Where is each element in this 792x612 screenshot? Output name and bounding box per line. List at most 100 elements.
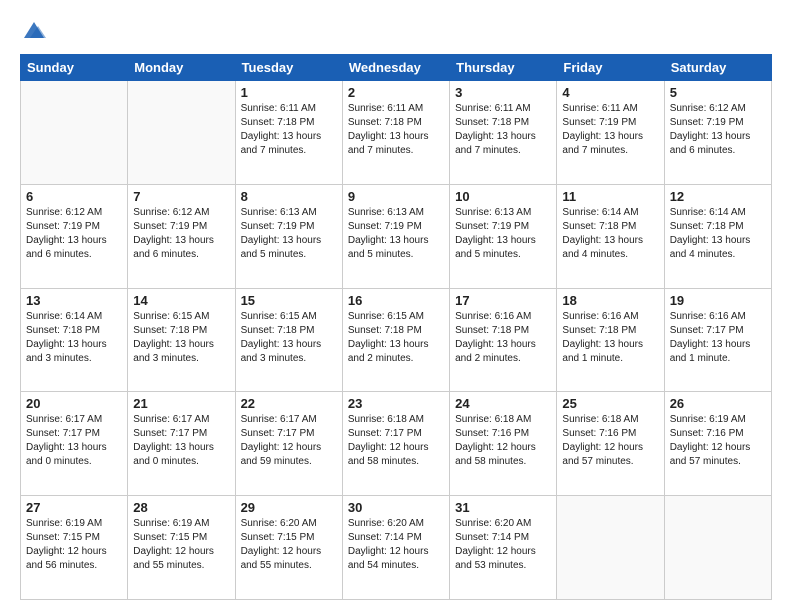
calendar-cell: 25 Sunrise: 6:18 AM Sunset: 7:16 PM Dayli… [557,392,664,496]
cell-info-text: Sunrise: 6:19 AM Sunset: 7:15 PM Dayligh… [26,517,122,573]
weekday-header-sunday: Sunday [21,55,128,81]
cell-info-text: Sunrise: 6:14 AM Sunset: 7:18 PM Dayligh… [670,206,766,262]
cell-day-number: 25 [562,396,658,411]
calendar-cell: 8 Sunrise: 6:13 AM Sunset: 7:19 PM Daylig… [235,184,342,288]
cell-day-number: 5 [670,85,766,100]
calendar-cell: 6Sunrise: 6:12 AM Sunset: 7:19 PM Daylig… [21,184,128,288]
cell-day-number: 26 [670,396,766,411]
calendar-cell: 4 Sunrise: 6:11 AM Sunset: 7:19 PM Daylig… [557,81,664,185]
cell-day-number: 8 [241,189,337,204]
calendar-cell: 27Sunrise: 6:19 AM Sunset: 7:15 PM Dayli… [21,496,128,600]
calendar-cell [664,496,771,600]
cell-info-text: Sunrise: 6:20 AM Sunset: 7:14 PM Dayligh… [348,517,444,573]
calendar-cell: 28Sunrise: 6:19 AM Sunset: 7:15 PM Dayli… [128,496,235,600]
cell-info-text: Sunrise: 6:11 AM Sunset: 7:18 PM Dayligh… [241,102,337,158]
calendar-cell: 10 Sunrise: 6:13 AM Sunset: 7:19 PM Dayli… [450,184,557,288]
cell-day-number: 31 [455,500,551,515]
calendar-cell: 13 Sunrise: 6:14 AM Sunset: 7:18 PM Dayli… [21,288,128,392]
cell-day-number: 3 [455,85,551,100]
cell-info-text: Sunrise: 6:19 AM Sunset: 7:16 PM Dayligh… [670,413,766,469]
cell-info-text: Sunrise: 6:13 AM Sunset: 7:19 PM Dayligh… [348,206,444,262]
cell-info-text: Sunrise: 6:16 AM Sunset: 7:17 PM Dayligh… [670,310,766,366]
cell-day-number: 21 [133,396,229,411]
calendar-cell: 9 Sunrise: 6:13 AM Sunset: 7:19 PM Daylig… [342,184,449,288]
calendar-table: SundayMondayTuesdayWednesdayThursdayFrid… [20,54,772,600]
logo [20,16,52,44]
header [20,16,772,44]
cell-info-text: Sunrise: 6:15 AM Sunset: 7:18 PM Dayligh… [241,310,337,366]
cell-info-text: Sunrise: 6:17 AM Sunset: 7:17 PM Dayligh… [133,413,229,469]
calendar-cell: 12 Sunrise: 6:14 AM Sunset: 7:18 PM Dayli… [664,184,771,288]
calendar-cell: 3 Sunrise: 6:11 AM Sunset: 7:18 PM Daylig… [450,81,557,185]
cell-day-number: 17 [455,293,551,308]
cell-info-text: Sunrise: 6:15 AM Sunset: 7:18 PM Dayligh… [348,310,444,366]
cell-day-number: 28 [133,500,229,515]
cell-info-text: Sunrise: 6:18 AM Sunset: 7:17 PM Dayligh… [348,413,444,469]
cell-day-number: 20 [26,396,122,411]
calendar-cell: 21 Sunrise: 6:17 AM Sunset: 7:17 PM Dayli… [128,392,235,496]
cell-day-number: 4 [562,85,658,100]
cell-day-number: 14 [133,293,229,308]
calendar-cell: 16Sunrise: 6:15 AM Sunset: 7:18 PM Dayli… [342,288,449,392]
weekday-header-wednesday: Wednesday [342,55,449,81]
weekday-header-friday: Friday [557,55,664,81]
calendar-cell: 2Sunrise: 6:11 AM Sunset: 7:18 PM Daylig… [342,81,449,185]
cell-info-text: Sunrise: 6:11 AM Sunset: 7:19 PM Dayligh… [562,102,658,158]
cell-day-number: 29 [241,500,337,515]
calendar-cell: 20 Sunrise: 6:17 AM Sunset: 7:17 PM Dayli… [21,392,128,496]
calendar-cell: 31 Sunrise: 6:20 AM Sunset: 7:14 PM Dayli… [450,496,557,600]
cell-info-text: Sunrise: 6:18 AM Sunset: 7:16 PM Dayligh… [562,413,658,469]
cell-day-number: 24 [455,396,551,411]
logo-icon [20,16,48,44]
cell-day-number: 7 [133,189,229,204]
weekday-header-monday: Monday [128,55,235,81]
cell-info-text: Sunrise: 6:13 AM Sunset: 7:19 PM Dayligh… [455,206,551,262]
page: SundayMondayTuesdayWednesdayThursdayFrid… [0,0,792,612]
cell-day-number: 15 [241,293,337,308]
calendar-week-4: 20 Sunrise: 6:17 AM Sunset: 7:17 PM Dayli… [21,392,772,496]
calendar-cell [128,81,235,185]
cell-day-number: 23 [348,396,444,411]
cell-day-number: 12 [670,189,766,204]
calendar-cell: 23 Sunrise: 6:18 AM Sunset: 7:17 PM Dayli… [342,392,449,496]
calendar-cell: 26 Sunrise: 6:19 AM Sunset: 7:16 PM Dayli… [664,392,771,496]
cell-info-text: Sunrise: 6:16 AM Sunset: 7:18 PM Dayligh… [455,310,551,366]
cell-day-number: 30 [348,500,444,515]
calendar-week-5: 27Sunrise: 6:19 AM Sunset: 7:15 PM Dayli… [21,496,772,600]
cell-info-text: Sunrise: 6:16 AM Sunset: 7:18 PM Dayligh… [562,310,658,366]
cell-info-text: Sunrise: 6:17 AM Sunset: 7:17 PM Dayligh… [26,413,122,469]
cell-day-number: 22 [241,396,337,411]
cell-info-text: Sunrise: 6:11 AM Sunset: 7:18 PM Dayligh… [455,102,551,158]
cell-day-number: 1 [241,85,337,100]
calendar-week-1: 1 Sunrise: 6:11 AM Sunset: 7:18 PM Daylig… [21,81,772,185]
cell-info-text: Sunrise: 6:14 AM Sunset: 7:18 PM Dayligh… [562,206,658,262]
calendar-cell: 5 Sunrise: 6:12 AM Sunset: 7:19 PM Daylig… [664,81,771,185]
cell-day-number: 6 [26,189,122,204]
cell-day-number: 11 [562,189,658,204]
calendar-cell: 11 Sunrise: 6:14 AM Sunset: 7:18 PM Dayli… [557,184,664,288]
calendar-week-2: 6 Sunrise: 6:12 AM Sunset: 7:19 PM Daylig… [21,184,772,288]
cell-info-text: Sunrise: 6:20 AM Sunset: 7:15 PM Dayligh… [241,517,337,573]
cell-day-number: 19 [670,293,766,308]
calendar-cell: 15 Sunrise: 6:15 AM Sunset: 7:18 PM Dayli… [235,288,342,392]
cell-day-number: 9 [348,189,444,204]
cell-info-text: Sunrise: 6:14 AM Sunset: 7:18 PM Dayligh… [26,310,122,366]
cell-day-number: 18 [562,293,658,308]
calendar-cell: 7 Sunrise: 6:12 AM Sunset: 7:19 PM Daylig… [128,184,235,288]
cell-day-number: 13 [26,293,122,308]
weekday-header-tuesday: Tuesday [235,55,342,81]
cell-info-text: Sunrise: 6:20 AM Sunset: 7:14 PM Dayligh… [455,517,551,573]
cell-info-text: Sunrise: 6:11 AM Sunset: 7:18 PM Dayligh… [348,102,444,158]
cell-info-text: Sunrise: 6:13 AM Sunset: 7:19 PM Dayligh… [241,206,337,262]
calendar-cell: 22Sunrise: 6:17 AM Sunset: 7:17 PM Dayli… [235,392,342,496]
cell-day-number: 10 [455,189,551,204]
calendar-week-3: 13 Sunrise: 6:14 AM Sunset: 7:18 PM Dayli… [21,288,772,392]
calendar-cell: 1 Sunrise: 6:11 AM Sunset: 7:18 PM Daylig… [235,81,342,185]
calendar-cell: 24Sunrise: 6:18 AM Sunset: 7:16 PM Dayli… [450,392,557,496]
calendar-cell [21,81,128,185]
cell-info-text: Sunrise: 6:12 AM Sunset: 7:19 PM Dayligh… [133,206,229,262]
calendar-cell: 18 Sunrise: 6:16 AM Sunset: 7:18 PM Dayli… [557,288,664,392]
cell-info-text: Sunrise: 6:12 AM Sunset: 7:19 PM Dayligh… [670,102,766,158]
calendar-cell: 29 Sunrise: 6:20 AM Sunset: 7:15 PM Dayli… [235,496,342,600]
weekday-header-saturday: Saturday [664,55,771,81]
